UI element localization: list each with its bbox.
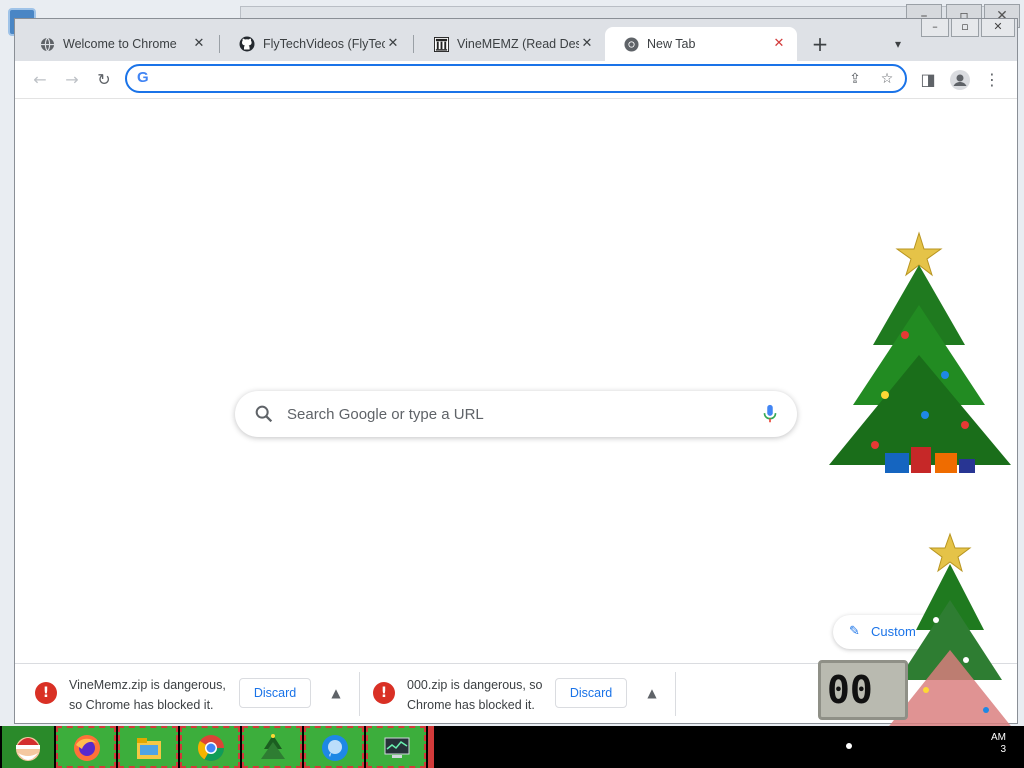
danger-warning-icon: !	[35, 682, 57, 704]
tray-indicator	[846, 743, 852, 749]
tab-close-button[interactable]: ✕	[385, 36, 401, 52]
santa-icon	[16, 737, 40, 761]
monitor-icon	[384, 737, 410, 758]
taskbar-christmas-tree[interactable]	[242, 726, 302, 768]
tab-separator	[219, 35, 220, 53]
tab-new-tab[interactable]: New Tab ✕	[605, 27, 797, 61]
address-input[interactable]	[161, 69, 841, 89]
discard-button[interactable]: Discard	[239, 678, 311, 708]
taskbar: AM 3	[0, 726, 1024, 768]
tab-close-button[interactable]: ✕	[579, 36, 595, 52]
reload-button[interactable]: ↻	[91, 67, 117, 93]
tab-close-button[interactable]: ✕	[191, 36, 207, 52]
tab-welcome-to-chrome[interactable]: Welcome to Chrome ✕	[21, 27, 217, 61]
tab-title: FlyTechVideos (FlyTech Videos)	[263, 37, 385, 51]
taskbar-edge	[428, 726, 434, 768]
download-item[interactable]: ! 000.zip is dangerous, so Chrome has bl…	[353, 664, 673, 723]
danger-warning-icon: !	[373, 682, 395, 704]
tab-separator	[413, 35, 414, 53]
chrome-menu-button[interactable]: ⋮	[979, 67, 1005, 93]
tab-title: Welcome to Chrome	[63, 37, 177, 51]
christmas-tree-decoration	[829, 231, 1011, 473]
back-button[interactable]: ←	[27, 67, 53, 93]
side-panel-button[interactable]: ◨	[915, 67, 941, 93]
tray-date: 3	[1000, 744, 1006, 755]
start-button[interactable]	[2, 726, 54, 768]
discard-button[interactable]: Discard	[555, 678, 627, 708]
tab-title: New Tab	[647, 37, 696, 51]
taskbar-firefox[interactable]	[56, 726, 116, 768]
navigation-toolbar: ← → ↻ G ⇪ ☆ ◨ ⋮	[15, 61, 1017, 99]
folder-icon	[137, 738, 161, 759]
new-tab-button[interactable]: +	[809, 33, 831, 55]
microphone-icon[interactable]	[761, 403, 779, 425]
download-message: VineMemz.zip is dangerous, so Chrome has…	[69, 678, 226, 712]
chrome-icon	[623, 36, 639, 52]
forward-button[interactable]: →	[59, 67, 85, 93]
messenger-icon	[322, 735, 348, 761]
minimize-button[interactable]: –	[921, 19, 949, 37]
profile-button[interactable]	[947, 67, 973, 93]
ntp-search-input[interactable]	[287, 403, 737, 425]
chrome-icon	[197, 735, 225, 762]
pencil-icon: ✎	[849, 624, 860, 639]
taskbar-file-explorer[interactable]	[118, 726, 178, 768]
globe-icon	[39, 36, 55, 52]
taskbar-task-manager[interactable]	[366, 726, 426, 768]
tab-vinememz[interactable]: VineMEMZ (Read Description) ✕	[415, 27, 605, 61]
bookmark-star-icon[interactable]: ☆	[877, 69, 897, 89]
ntp-search-box[interactable]	[235, 391, 797, 437]
google-g-icon: G	[137, 69, 149, 86]
system-tray: AM 3	[866, 726, 1024, 768]
search-icon	[255, 405, 273, 423]
archive-icon	[433, 36, 449, 52]
firefox-icon	[74, 735, 100, 761]
tab-search-button[interactable]: ▾	[887, 33, 909, 55]
maximize-button[interactable]: ▫	[951, 19, 979, 37]
chevron-up-icon[interactable]: ▲	[641, 682, 663, 704]
close-window-button[interactable]: ✕	[981, 19, 1015, 37]
share-icon[interactable]: ⇪	[845, 69, 865, 89]
download-separator	[675, 672, 676, 716]
tab-strip: Welcome to Chrome ✕ FlyTechVideos (FlyTe…	[15, 19, 1017, 61]
tree-icon	[261, 734, 285, 759]
taskbar-chrome[interactable]	[180, 726, 240, 768]
tab-title: VineMEMZ (Read Description)	[457, 37, 579, 51]
download-message: 000.zip is dangerous, so Chrome has bloc…	[407, 678, 543, 712]
chevron-up-icon[interactable]: ▲	[325, 682, 347, 704]
download-item[interactable]: ! VineMemz.zip is dangerous, so Chrome h…	[15, 664, 355, 723]
tray-time: AM	[991, 732, 1006, 743]
clock-widget: 00	[818, 660, 908, 720]
tab-close-button[interactable]: ✕	[771, 36, 787, 52]
tray-clock[interactable]: AM 3	[991, 732, 1006, 756]
github-icon	[239, 36, 255, 52]
taskbar-messenger[interactable]	[304, 726, 364, 768]
omnibox[interactable]: G ⇪ ☆	[125, 64, 907, 93]
profile-avatar-icon	[950, 70, 970, 90]
tab-flytechvideos[interactable]: FlyTechVideos (FlyTech Videos) ✕	[221, 27, 411, 61]
